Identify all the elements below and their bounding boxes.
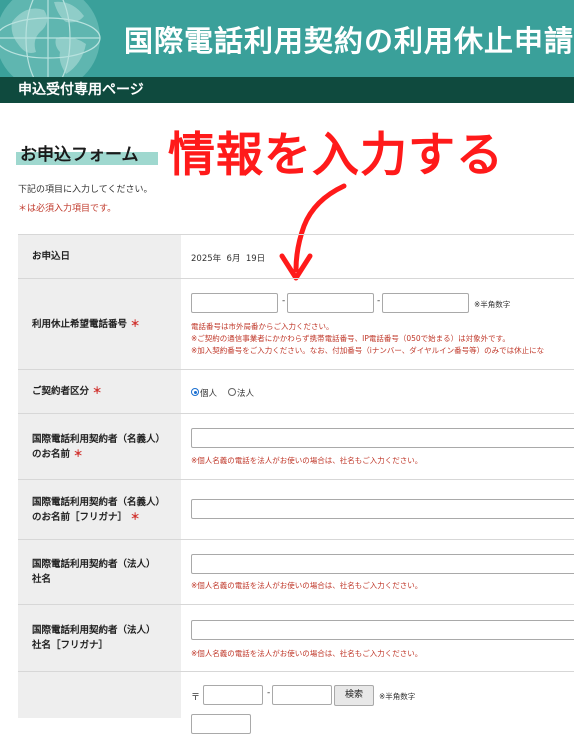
row-company-name: 国際電話利用契約者（法人） 社名 ※個人名義の電話を法人がお使いの場合は、社名も… (18, 539, 574, 604)
label-personal-name: 国際電話利用契約者（名義人） のお名前 ＊ (18, 414, 181, 479)
page-header: 国際電話利用契約の利用休止申請 (0, 0, 574, 77)
row-company-name-kana: 国際電話利用契約者（法人） 社名［フリガナ］ ※個人名義の電話を法人がお使いの場… (18, 604, 574, 671)
phone-exchange-input[interactable] (287, 293, 374, 313)
row-contractor-type: ご契約者区分 ＊ 個人 法人 (18, 369, 574, 413)
dash-separator: - (377, 296, 381, 306)
globe-icon (0, 0, 101, 77)
label-company-name-kana: 国際電話利用契約者（法人） 社名［フリガナ］ (18, 605, 181, 671)
page-title: 国際電話利用契約の利用休止申請 (124, 24, 574, 58)
postal-hint: ※半角数字 (379, 692, 416, 701)
form-heading: お申込フォーム (20, 145, 139, 165)
postal-search-button[interactable]: 検索 (334, 685, 374, 706)
phone-area-code-input[interactable] (191, 293, 278, 313)
company-name-input[interactable] (191, 554, 574, 574)
row-postal-code: 〒 - 検索 ※半角数字 (18, 671, 574, 734)
postal-code-second-input[interactable] (272, 685, 332, 705)
label-company-name: 国際電話利用契約者（法人） 社名 (18, 540, 181, 604)
personal-name-note: ※個人名義の電話を法人がお使いの場合は、社名もご入力ください。 (191, 456, 423, 465)
dash-separator: - (282, 296, 286, 306)
dash-separator: - (267, 688, 271, 698)
company-name-kana-note: ※個人名義の電話を法人がお使いの場合は、社名もご入力ください。 (191, 649, 423, 658)
phone-note-3: ※加入契約番号をご入力ください。なお、付加番号（iナンバー、ダイヤルイン番号等）… (191, 346, 545, 355)
row-personal-name-kana: 国際電話利用契約者（名義人） のお名前［フリガナ］ ＊ (18, 479, 574, 539)
form-intro-text: 下記の項目に入力してください。 (18, 185, 153, 195)
label-personal-name-kana: 国際電話利用契約者（名義人） のお名前［フリガナ］ ＊ (18, 480, 181, 539)
radio-corporate-label: 法人 (237, 389, 255, 399)
label-phone-number: 利用休止希望電話番号 ＊ (18, 279, 181, 369)
phone-hint: ※半角数字 (474, 300, 511, 309)
label-application-date: お申込日 (18, 235, 181, 278)
radio-corporate[interactable] (228, 388, 236, 396)
annotation-text: 情報を入力する (168, 128, 504, 183)
application-date-value: 2025年 6月 19日 (191, 254, 266, 264)
label-postal-code (18, 672, 181, 718)
row-phone-number: 利用休止希望電話番号 ＊ - - ※半角数字 電話番号は市外局番からご入力くださ… (18, 278, 574, 369)
phone-note-2: ※ご契約の通信事業者にかかわらず携帯電話番号、IP電話番号（050で始まる）は対… (191, 334, 510, 343)
radio-individual[interactable] (191, 388, 199, 396)
personal-name-input[interactable] (191, 428, 574, 448)
address-input[interactable] (191, 714, 251, 734)
row-personal-name: 国際電話利用契約者（名義人） のお名前 ＊ ※個人名義の電話を法人がお使いの場合… (18, 413, 574, 479)
personal-name-kana-input[interactable] (191, 499, 574, 519)
postal-code-first-input[interactable] (203, 685, 263, 705)
required-note: ＊は必須入力項目です。 (18, 204, 117, 214)
postal-mark: 〒 (191, 693, 201, 703)
phone-number-input[interactable] (382, 293, 469, 313)
radio-individual-label: 個人 (200, 389, 218, 399)
company-name-note: ※個人名義の電話を法人がお使いの場合は、社名もご入力ください。 (191, 581, 423, 590)
page-subtitle-bar: 申込受付専用ページ (0, 77, 574, 103)
label-contractor-type: ご契約者区分 ＊ (18, 370, 181, 413)
company-name-kana-input[interactable] (191, 620, 574, 640)
row-application-date: お申込日 2025年 6月 19日 (18, 234, 574, 278)
phone-note-1: 電話番号は市外局番からご入力ください。 (191, 322, 334, 331)
